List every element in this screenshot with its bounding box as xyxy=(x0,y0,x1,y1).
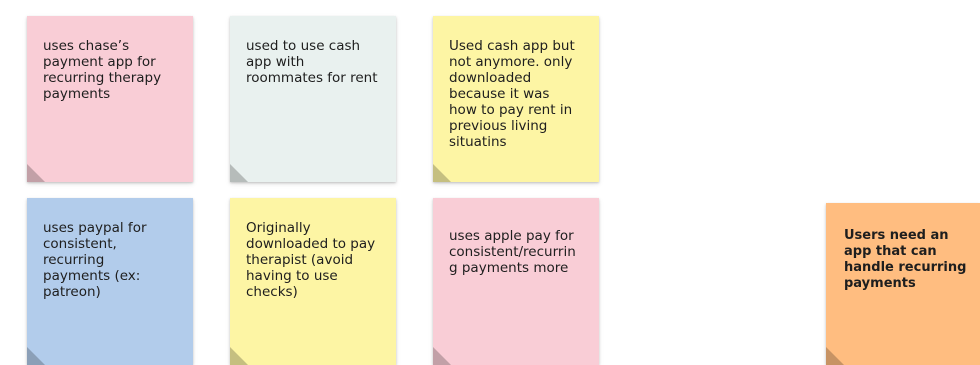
sticky-note-text: Used cash app but not anymore. only down… xyxy=(449,38,575,150)
page-fold-icon xyxy=(433,347,451,365)
sticky-note-apple-pay[interactable]: uses apple pay for consistent/recurring … xyxy=(433,198,599,365)
sticky-note-cash-app-rent[interactable]: Used cash app but not anymore. only down… xyxy=(433,16,599,182)
sticky-note-chase-therapy[interactable]: uses chase’s payment app for recurring t… xyxy=(27,16,193,182)
sticky-note-cash-app-roommates[interactable]: used to use cash app with roommates for … xyxy=(230,16,396,182)
sticky-note-text: uses chase’s payment app for recurring t… xyxy=(43,38,162,102)
page-fold-icon xyxy=(433,164,451,182)
page-fold-icon xyxy=(826,347,844,365)
sticky-note-text: Originally downloaded to pay therapist (… xyxy=(246,220,376,300)
sticky-note-text: used to use cash app with roommates for … xyxy=(246,38,378,86)
sticky-note-paypal-patreon[interactable]: uses paypal for consistent, recurring pa… xyxy=(27,198,193,365)
sticky-note-text: uses apple pay for consistent/recurring … xyxy=(449,228,576,276)
sticky-note-text: uses paypal for consistent, recurring pa… xyxy=(43,220,147,300)
page-fold-icon xyxy=(27,347,45,365)
sticky-note-pay-therapist[interactable]: Originally downloaded to pay therapist (… xyxy=(230,198,396,365)
page-fold-icon xyxy=(230,347,248,365)
page-fold-icon xyxy=(230,164,248,182)
sticky-note-text: Users need an app that can handle recurr… xyxy=(844,228,967,291)
whiteboard-canvas: uses chase’s payment app for recurring t… xyxy=(0,0,980,365)
page-fold-icon xyxy=(27,164,45,182)
sticky-note-insight-recurring-payments[interactable]: Users need an app that can handle recurr… xyxy=(826,203,980,365)
